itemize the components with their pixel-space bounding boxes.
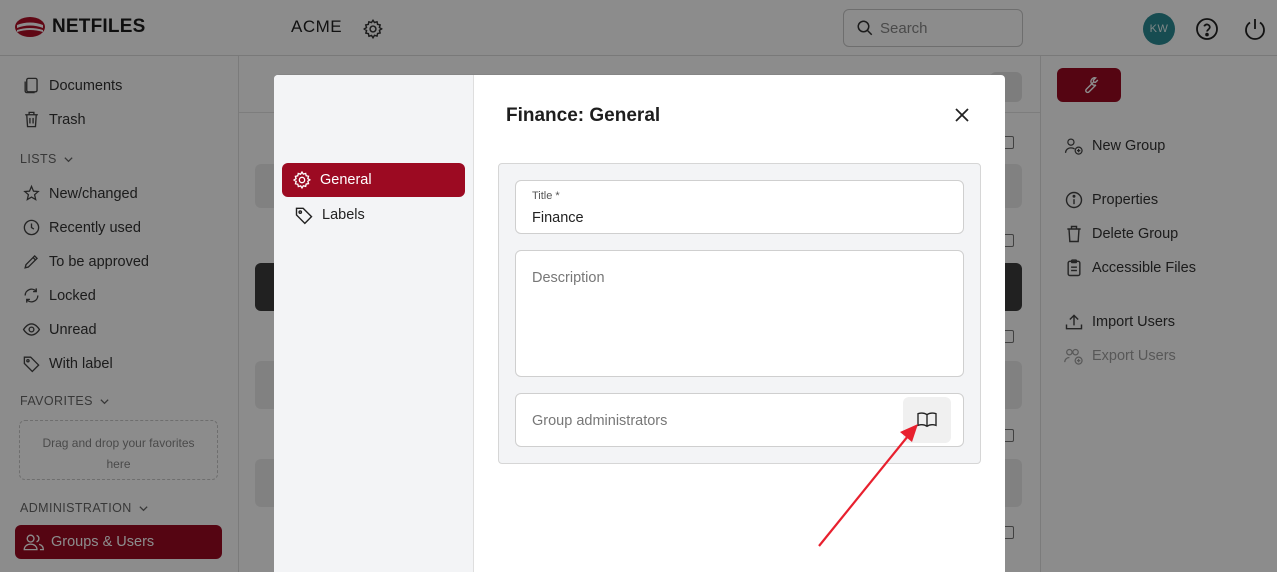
group-administrators-field[interactable]: Group administrators	[515, 393, 964, 447]
title-field-value: Finance	[532, 210, 584, 226]
title-field-label: Title *	[532, 190, 560, 202]
title-field[interactable]: Title * Finance	[515, 180, 964, 234]
description-placeholder: Description	[532, 270, 605, 286]
close-icon[interactable]	[953, 106, 971, 124]
tag-icon	[294, 205, 314, 225]
group-administrators-placeholder: Group administrators	[532, 413, 668, 429]
address-book-button[interactable]	[903, 397, 951, 443]
tab-general[interactable]: General	[282, 163, 465, 197]
gear-icon	[292, 170, 312, 190]
tab-label: Labels	[322, 207, 365, 223]
description-field[interactable]: Description	[515, 250, 964, 377]
general-form: Title * Finance Description Group admini…	[498, 163, 981, 464]
dialog-tab-sidebar: General Labels	[274, 75, 474, 572]
dialog-title: Finance: General	[506, 105, 661, 126]
tab-labels[interactable]: Labels	[294, 205, 365, 225]
group-properties-dialog: General Labels Finance: General Title * …	[274, 75, 1005, 572]
book-icon	[916, 411, 938, 429]
tab-label: General	[320, 172, 372, 188]
